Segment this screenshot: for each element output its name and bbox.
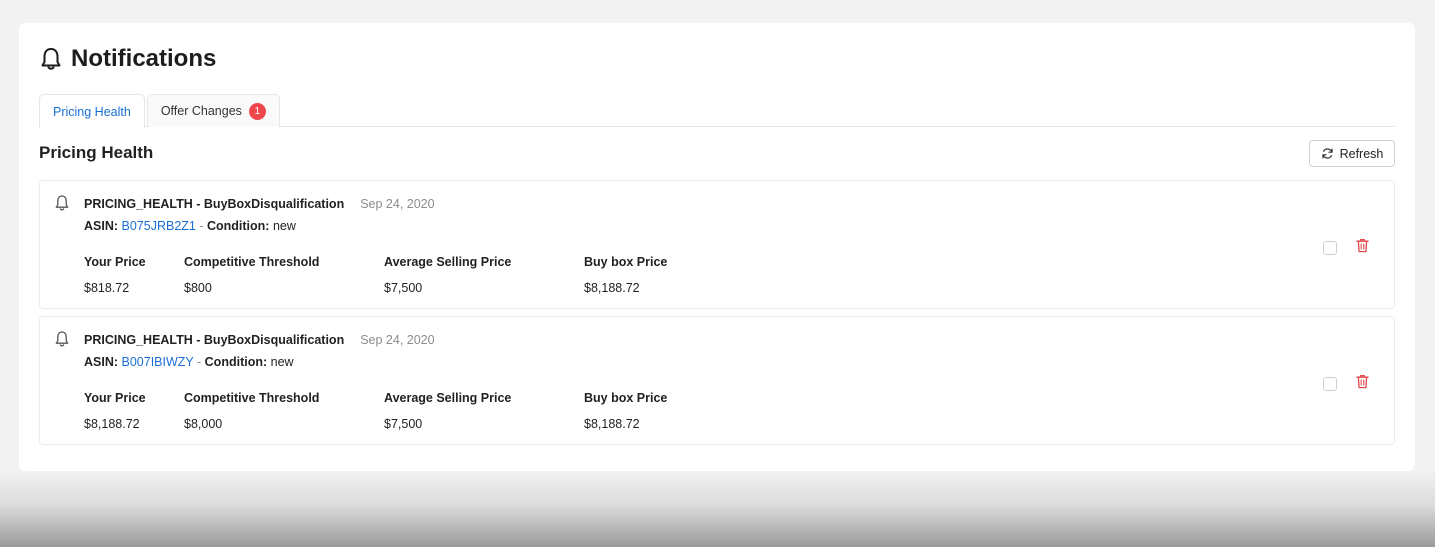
notification-title: PRICING_HEALTH - BuyBoxDisqualification [84, 197, 345, 211]
metric-average-selling-price: Average Selling Price $7,500 [384, 255, 511, 295]
select-checkbox[interactable] [1323, 377, 1337, 391]
condition-value: new [270, 355, 294, 369]
condition-value: new [272, 219, 296, 233]
separator: - [195, 219, 207, 233]
metric-your-price: Your Price $818.72 [84, 255, 146, 295]
metric-value: $8,188.72 [584, 417, 640, 431]
metric-value: $800 [184, 281, 212, 295]
metric-label: Competitive Threshold [184, 391, 320, 405]
trash-icon[interactable] [1356, 238, 1369, 253]
bell-icon [55, 331, 69, 347]
notification-details: ASIN: B075JRB2Z1 - Condition: new [84, 219, 296, 233]
asin-link[interactable]: B007IBIWZY [122, 355, 194, 369]
metric-label: Buy box Price [584, 255, 668, 269]
metric-label: Average Selling Price [384, 255, 512, 269]
metric-label: Average Selling Price [384, 391, 512, 405]
notification-header: PRICING_HEALTH - BuyBoxDisqualification … [84, 333, 435, 347]
bell-icon [55, 195, 69, 211]
metric-value: $7,500 [384, 281, 423, 295]
notification-title: PRICING_HEALTH - BuyBoxDisqualification [84, 333, 345, 347]
metric-label: Buy box Price [584, 391, 668, 405]
condition-label: Condition: [206, 219, 270, 233]
refresh-icon [1321, 148, 1333, 159]
metric-value: $8,000 [184, 417, 223, 431]
tab-pricing-health[interactable]: Pricing Health [39, 94, 145, 128]
separator: - [193, 355, 205, 369]
notification-item: PRICING_HEALTH - BuyBoxDisqualification … [39, 180, 1395, 309]
metric-buy-box-price: Buy box Price $8,188.72 [584, 391, 667, 431]
metric-competitive-threshold: Competitive Threshold $8,000 [184, 391, 319, 431]
tab-offer-changes[interactable]: Offer Changes 1 [146, 94, 280, 127]
metric-average-selling-price: Average Selling Price $7,500 [384, 391, 511, 431]
metric-label: Your Price [84, 255, 146, 269]
condition-label: Condition: [204, 355, 268, 369]
asin-link[interactable]: B075JRB2Z1 [122, 219, 196, 233]
tab-label: Pricing Health [53, 104, 131, 119]
metric-your-price: Your Price $8,188.72 [84, 391, 146, 431]
select-checkbox[interactable] [1323, 241, 1337, 255]
tab-bar: Pricing Health Offer Changes 1 [39, 94, 1395, 128]
metric-label: Competitive Threshold [184, 255, 320, 269]
page-title: Notifications [71, 45, 217, 72]
page-header: Notifications [39, 43, 216, 75]
notification-date: Sep 24, 2020 [360, 197, 435, 211]
metric-label: Your Price [84, 391, 146, 405]
metric-value: $818.72 [84, 281, 130, 295]
asin-label: ASIN: [84, 219, 119, 233]
tab-label: Offer Changes [160, 104, 242, 118]
notification-date: Sep 24, 2020 [360, 333, 435, 347]
notification-header: PRICING_HEALTH - BuyBoxDisqualification … [84, 197, 435, 211]
notification-details: ASIN: B007IBIWZY - Condition: new [84, 355, 294, 369]
metric-competitive-threshold: Competitive Threshold $800 [184, 255, 319, 295]
bell-icon [41, 48, 61, 70]
refresh-button[interactable]: Refresh [1309, 140, 1395, 167]
asin-label: ASIN: [84, 355, 119, 369]
notifications-card: Notifications Pricing Health Offer Chang… [19, 23, 1415, 471]
refresh-label: Refresh [1339, 146, 1384, 161]
metric-buy-box-price: Buy box Price $8,188.72 [584, 255, 667, 295]
count-badge: 1 [248, 102, 266, 120]
metric-value: $8,188.72 [84, 417, 140, 431]
trash-icon[interactable] [1356, 374, 1369, 389]
metric-value: $8,188.72 [584, 281, 640, 295]
section-title: Pricing Health [39, 143, 154, 162]
notification-item: PRICING_HEALTH - BuyBoxDisqualification … [39, 316, 1395, 445]
metric-value: $7,500 [384, 417, 423, 431]
